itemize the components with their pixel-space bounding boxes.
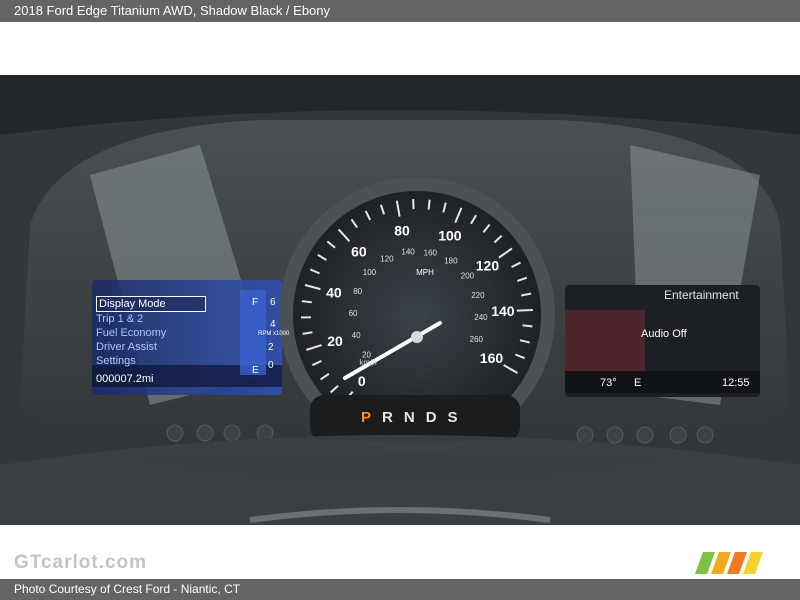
mph-tick-label: 0 (358, 373, 366, 389)
menu-item-fuel-economy[interactable]: Fuel Economy (96, 326, 206, 340)
mph-unit-label: MPH (416, 268, 434, 277)
mph-tick-label: 40 (326, 285, 342, 301)
fuel-full-label: F (252, 297, 258, 308)
tach-tick-6: 6 (270, 297, 276, 308)
kmh-tick-label: 140 (401, 248, 415, 257)
kmh-tick-label: 40 (352, 331, 361, 340)
mph-tick-label: 140 (491, 303, 515, 319)
mph-tick-label: 60 (351, 244, 367, 260)
kmh-tick-label: 60 (349, 309, 358, 318)
kmh-tick-label: 100 (363, 268, 377, 277)
bottom-caption-bar: Photo Courtesy of Crest Ford - Niantic, … (0, 579, 800, 600)
left-screen-menu: Display Mode Trip 1 & 2 Fuel Economy Dri… (96, 296, 206, 368)
tach-unit-label: RPM x1000 (258, 331, 290, 337)
mph-tick-label: 160 (480, 350, 504, 366)
gtcarlot-logo-icon (695, 552, 763, 574)
audio-status: Audio Off (641, 328, 687, 340)
mph-tick-label: 80 (394, 222, 410, 238)
top-caption-bar: 2018 Ford Edge Titanium AWD, Shadow Blac… (0, 0, 800, 22)
menu-item-driver-assist[interactable]: Driver Assist (96, 340, 206, 354)
outside-temperature: 73° (600, 377, 617, 389)
kmh-tick-label: 240 (474, 313, 488, 322)
gtcarlot-watermark: GTcarlot.com (14, 552, 148, 573)
kmh-tick-label: 200 (461, 272, 475, 281)
gear-s: S (447, 409, 469, 426)
odometer: 000007.2mi (96, 373, 154, 385)
gear-p: P (361, 409, 383, 426)
kmh-tick-label: 80 (353, 287, 362, 296)
kmh-tick-label: 260 (470, 335, 484, 344)
mph-tick-label: 100 (438, 228, 462, 244)
gear-n: N (403, 409, 426, 426)
photo-credit: Photo Courtesy of Crest Ford - Niantic, … (14, 582, 241, 596)
mph-tick-label: 120 (476, 258, 500, 274)
menu-item-settings[interactable]: Settings (96, 354, 206, 368)
gear-r: R (382, 409, 404, 426)
clock: 12:55 (722, 377, 750, 389)
kmh-tick-label: 160 (424, 248, 438, 257)
gear-indicator: PRNDS (361, 409, 469, 426)
gear-d: D (425, 409, 448, 426)
kmh-tick-label: 220 (471, 291, 485, 300)
menu-item-trip[interactable]: Trip 1 & 2 (96, 312, 206, 326)
listing-title: 2018 Ford Edge Titanium AWD, Shadow Blac… (14, 3, 331, 18)
kmh-tick-label: 120 (380, 254, 394, 263)
kmh-unit-label: km/h (359, 358, 376, 367)
menu-item-display-mode[interactable]: Display Mode (96, 296, 206, 312)
mph-tick-label: 20 (327, 333, 343, 349)
entertainment-header: Entertainment (664, 288, 739, 302)
tach-tick-2: 2 (268, 342, 274, 353)
kmh-tick-label: 180 (444, 257, 458, 266)
instrument-cluster-photo: 0 20 40 60 80 100 120 140 160 20 40 60 80 100 120 140 1… (0, 75, 800, 525)
tach-tick-4: 4 (270, 319, 276, 330)
compass-heading: E (634, 377, 642, 389)
fuel-empty-label: E (252, 365, 259, 376)
tach-tick-0: 0 (268, 360, 274, 371)
